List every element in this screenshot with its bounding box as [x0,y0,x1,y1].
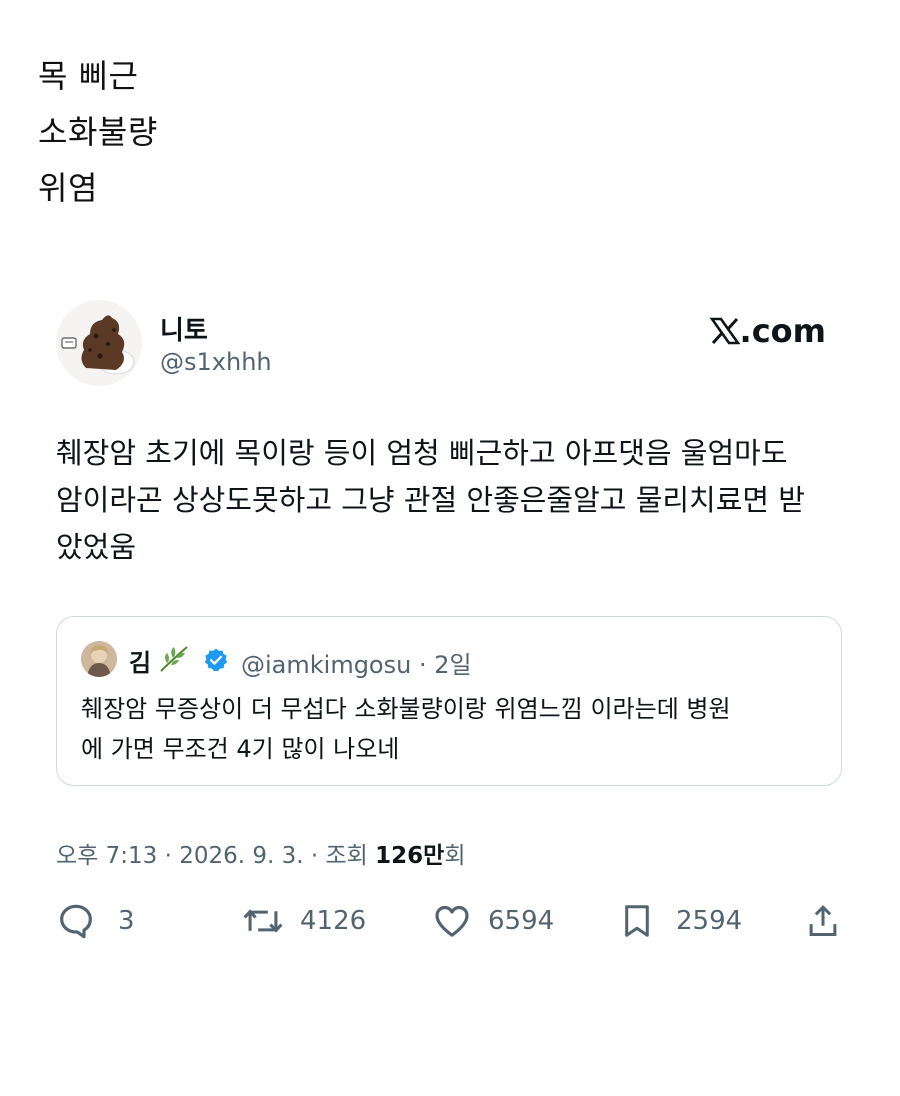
author-name[interactable]: 니토 [160,310,208,347]
verified-badge-icon [203,647,229,677]
reply-button[interactable]: 3 [56,898,135,944]
header-line-3: 위염 [38,169,98,207]
reply-count: 3 [118,906,135,936]
retweet-icon [243,909,283,933]
view-count: 126만 [375,843,445,869]
quote-author-name[interactable]: 김 [129,643,151,678]
like-button[interactable]: 6594 [432,898,554,944]
retweet-button[interactable]: 4126 [242,898,366,944]
quote-text: 췌장암 무증상이 더 무섭다 소화불량이랑 위염느낌 이라는데 병원 에 가면 … [81,695,731,763]
action-bar: 3 4126 6594 2594 [56,898,846,944]
tweet-timestamp[interactable]: 오후 7:13 · 2026. 9. 3. · 조회 [56,843,375,869]
reply-icon [60,904,92,939]
author-avatar[interactable] [56,300,142,386]
tweet-meta: 오후 7:13 · 2026. 9. 3. · 조회 126만회 [56,836,465,870]
poop-avatar-icon [56,300,142,386]
bookmark-icon [625,905,649,937]
view-suffix: 회 [444,843,466,869]
tweet-text: 췌장암 초기에 목이랑 등이 엄청 삐근하고 아프댓음 울엄마도 암이라곤 상상… [56,436,805,564]
quote-avatar-icon [81,641,117,677]
quote-avatar[interactable] [81,641,117,677]
x-logo-icon [709,317,740,345]
header-line-1: 목 삐근 [38,57,139,95]
like-icon [435,905,469,937]
quote-tweet[interactable]: 김 @iamkimgosu · 2일 췌장암 무증상이 더 무섭다 소화불량이랑… [56,616,842,786]
bookmark-count: 2594 [676,906,743,936]
x-brand: .com [709,312,826,350]
header-line-2: 소화불량 [38,113,158,151]
retweet-count: 4126 [300,906,367,936]
leaf-icon [157,643,191,677]
like-count: 6594 [488,906,555,936]
x-brand-text: .com [739,312,826,350]
share-button[interactable] [804,898,842,944]
quote-time: · 2일 [418,651,472,679]
author-handle[interactable]: @s1xhhh [160,348,272,376]
header-lines: 목 삐근 소화불량 위염 [38,48,158,216]
bookmark-button[interactable]: 2594 [618,898,742,944]
quote-handle-time: @iamkimgosu · 2일 [241,645,472,680]
quote-handle[interactable]: @iamkimgosu [241,651,411,679]
share-icon [809,905,837,936]
